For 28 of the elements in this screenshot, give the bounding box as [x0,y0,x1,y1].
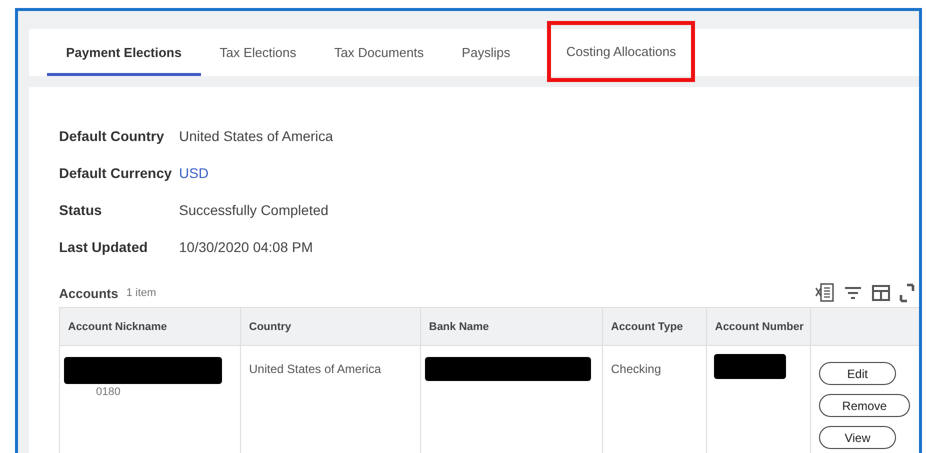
column-header: Country [241,308,421,345]
item-count: 1 item [126,287,156,299]
column-header: Account Nickname [60,308,241,345]
field-label: Default Country [59,128,165,144]
section-title: Accounts [59,286,118,300]
table-cell: Checking [611,362,662,376]
field-value: 10/30/2020 04:08 PM [179,238,313,254]
field-label: Last Updated [59,238,149,254]
tab[interactable]: Tax Documents [315,29,443,76]
tab[interactable]: Payslips [442,29,530,76]
expand-icon[interactable] [899,283,915,303]
action-button[interactable]: View [819,426,896,449]
table-cell: 0180 [96,386,120,398]
field-value: United States of America [179,128,334,144]
column-header: Bank Name [421,308,603,345]
action-button[interactable]: Remove [819,394,910,417]
export-excel-icon[interactable] [815,283,835,303]
columns-icon[interactable] [871,283,891,303]
table-cell: United States of America [249,362,382,376]
field-label: Status [59,202,103,218]
tab[interactable]: Payment Elections [47,29,201,76]
currency-link[interactable]: USD [179,164,209,180]
field-label: Default Currency [59,164,173,180]
column-header: Account Number [707,308,811,345]
field-value: Successfully Completed [179,202,328,218]
tab[interactable]: Tax Elections [200,29,316,76]
action-button[interactable]: Edit [819,362,896,385]
column-header: Account Type [603,308,707,345]
